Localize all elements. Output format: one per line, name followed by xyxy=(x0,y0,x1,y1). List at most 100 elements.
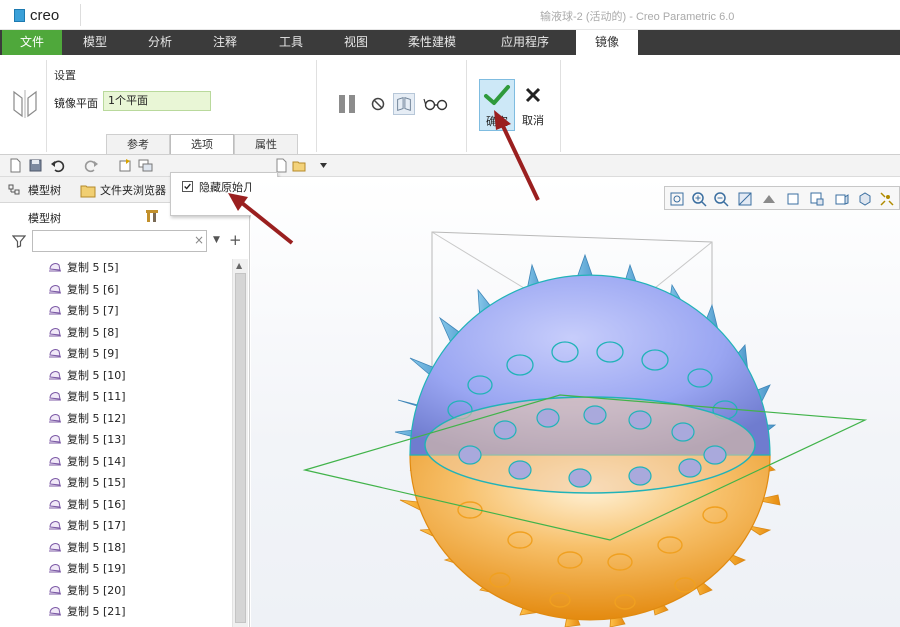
tree-item[interactable]: 复制 5 [21] xyxy=(48,601,126,622)
copy-feature-icon xyxy=(49,435,61,444)
tree-item[interactable]: 复制 5 [20] xyxy=(48,580,126,601)
creo-logo: creo xyxy=(14,7,59,24)
tree-item[interactable]: 复制 5 [14] xyxy=(48,451,126,472)
navigator-panel: 模型树 文件夹浏览器 模型树 × ▼ + 复制 5 [5] 复制 5 [6] 复制 … xyxy=(0,177,250,627)
tab-model-tree[interactable]: 模型树 xyxy=(28,181,61,201)
tree-item[interactable]: 复制 5 [8] xyxy=(48,322,119,343)
tree-item[interactable]: 复制 5 [19] xyxy=(48,558,126,579)
windows-icon[interactable] xyxy=(138,158,153,173)
tree-settings-icon[interactable] xyxy=(145,208,161,224)
model-tree-title: 模型树 xyxy=(28,212,61,225)
copy-feature-icon xyxy=(49,392,61,401)
tree-item-label: 复制 5 [14] xyxy=(67,454,126,468)
window-title: 输液球-2 (活动的) - Creo Parametric 6.0 xyxy=(540,11,735,23)
copy-feature-icon xyxy=(49,585,61,594)
saved-orientations-icon[interactable] xyxy=(785,191,801,207)
regenerate-icon[interactable] xyxy=(118,158,133,173)
tab-tools[interactable]: 工具 xyxy=(258,30,324,55)
tree-item-label: 复制 5 [20] xyxy=(67,583,126,597)
subtab-references[interactable]: 参考 xyxy=(106,134,170,154)
creo-logo-icon xyxy=(14,8,25,22)
tree-item-label: 复制 5 [18] xyxy=(67,540,126,554)
zoom-in-icon[interactable] xyxy=(691,191,707,207)
title-bar: creo 输液球-2 (活动的) - Creo Parametric 6.0 xyxy=(0,0,900,30)
display-style-icon[interactable] xyxy=(761,191,777,207)
repaint-icon[interactable] xyxy=(737,191,753,207)
copy-feature-icon xyxy=(49,456,61,465)
new-file-icon[interactable] xyxy=(8,158,23,173)
mirror-dashboard: 设置 镜像平面 1个平面 参考 选项 属性 确定 取消 xyxy=(0,55,900,155)
save-icon[interactable] xyxy=(28,158,43,173)
undo-icon[interactable] xyxy=(50,158,65,173)
filter-icon[interactable] xyxy=(12,234,26,248)
settings-group-title: 设置 xyxy=(54,69,76,82)
graphics-window[interactable] xyxy=(251,177,900,627)
tree-item[interactable]: 复制 5 [10] xyxy=(48,365,126,386)
datum-display-icon[interactable] xyxy=(857,191,873,207)
open-folder-icon[interactable] xyxy=(292,158,307,173)
tree-item-label: 复制 5 [6] xyxy=(67,282,119,296)
copy-feature-icon xyxy=(49,349,61,358)
view-toolbar xyxy=(664,186,900,210)
scroll-up-arrow-icon[interactable]: ▲ xyxy=(236,261,242,270)
preview-geometry-icon[interactable] xyxy=(393,93,415,115)
tab-file[interactable]: 文件 xyxy=(2,30,62,55)
subtab-properties[interactable]: 属性 xyxy=(234,134,298,154)
tree-item-label: 复制 5 [19] xyxy=(67,562,126,575)
no-preview-icon[interactable] xyxy=(371,97,385,111)
annotation-display-icon[interactable] xyxy=(879,191,895,207)
tree-item[interactable]: 复制 5 [17] xyxy=(48,515,126,536)
copy-feature-icon xyxy=(49,413,61,422)
model-tree-scrollbar[interactable]: ▲ xyxy=(232,259,248,627)
copy-feature-icon xyxy=(49,263,61,272)
tab-bar-filler xyxy=(638,30,858,55)
tree-item-label: 复制 5 [12] xyxy=(67,411,126,425)
view-manager-icon[interactable] xyxy=(809,191,825,207)
tree-item-label: 复制 5 [8] xyxy=(67,325,119,339)
model-tree-tab-icon xyxy=(8,184,20,195)
tree-item-label: 复制 5 [13] xyxy=(67,433,126,446)
tab-analysis[interactable]: 分析 xyxy=(128,30,192,55)
tree-item[interactable]: 复制 5 [12] xyxy=(48,408,126,429)
tab-flexible-modeling[interactable]: 柔性建模 xyxy=(388,30,476,55)
tree-item[interactable]: 复制 5 [11] xyxy=(48,386,126,407)
refit-icon[interactable] xyxy=(669,191,685,207)
tree-item[interactable]: 复制 5 [16] xyxy=(48,494,126,515)
file-icon[interactable] xyxy=(274,158,289,173)
verify-glasses-icon[interactable] xyxy=(423,95,449,111)
mirror-plane-collector[interactable]: 1个平面 xyxy=(103,91,211,111)
copy-feature-icon xyxy=(49,564,61,573)
tab-annotate[interactable]: 注释 xyxy=(192,30,258,55)
pause-icon[interactable] xyxy=(336,93,358,115)
redo-icon[interactable] xyxy=(84,158,99,173)
tab-model[interactable]: 模型 xyxy=(62,30,128,55)
tree-item[interactable]: 复制 5 [7] xyxy=(48,300,119,321)
tree-item-label: 复制 5 [16] xyxy=(67,497,126,511)
customize-dropdown-icon[interactable] xyxy=(316,158,331,173)
copy-feature-icon xyxy=(49,499,61,508)
copy-feature-icon xyxy=(49,478,61,487)
hide-original-checkbox[interactable] xyxy=(182,181,193,192)
model-tree-list: 复制 5 [5] 复制 5 [6] 复制 5 [7] 复制 5 [8] 复制 5 [9]… xyxy=(0,259,232,627)
tab-view[interactable]: 视图 xyxy=(324,30,388,55)
copy-feature-icon xyxy=(49,370,61,379)
scrollbar-thumb[interactable] xyxy=(235,273,246,623)
tree-item[interactable]: 复制 5 [15] xyxy=(48,472,126,493)
tree-item[interactable]: 复制 5 [5] xyxy=(48,259,119,278)
tree-item[interactable]: 复制 5 [9] xyxy=(48,343,119,364)
search-dropdown-icon[interactable]: ▼ xyxy=(213,235,220,245)
ribbon-divider xyxy=(316,60,317,152)
subtab-options[interactable]: 选项 xyxy=(170,134,234,154)
tab-folder-browser[interactable]: 文件夹浏览器 xyxy=(100,181,166,201)
zoom-out-icon[interactable] xyxy=(713,191,729,207)
clear-search-icon[interactable]: × xyxy=(194,233,204,247)
perspective-view-icon[interactable] xyxy=(833,191,849,207)
model-tree-search-input[interactable] xyxy=(32,230,207,252)
tab-mirror[interactable]: 镜像 xyxy=(576,30,638,55)
mirror-plane-label: 镜像平面 xyxy=(54,97,98,110)
tab-applications[interactable]: 应用程序 xyxy=(476,30,574,55)
tree-item[interactable]: 复制 5 [18] xyxy=(48,537,126,558)
tree-item[interactable]: 复制 5 [6] xyxy=(48,279,119,300)
tree-item-label: 复制 5 [9] xyxy=(67,347,119,360)
tree-item[interactable]: 复制 5 [13] xyxy=(48,429,126,450)
